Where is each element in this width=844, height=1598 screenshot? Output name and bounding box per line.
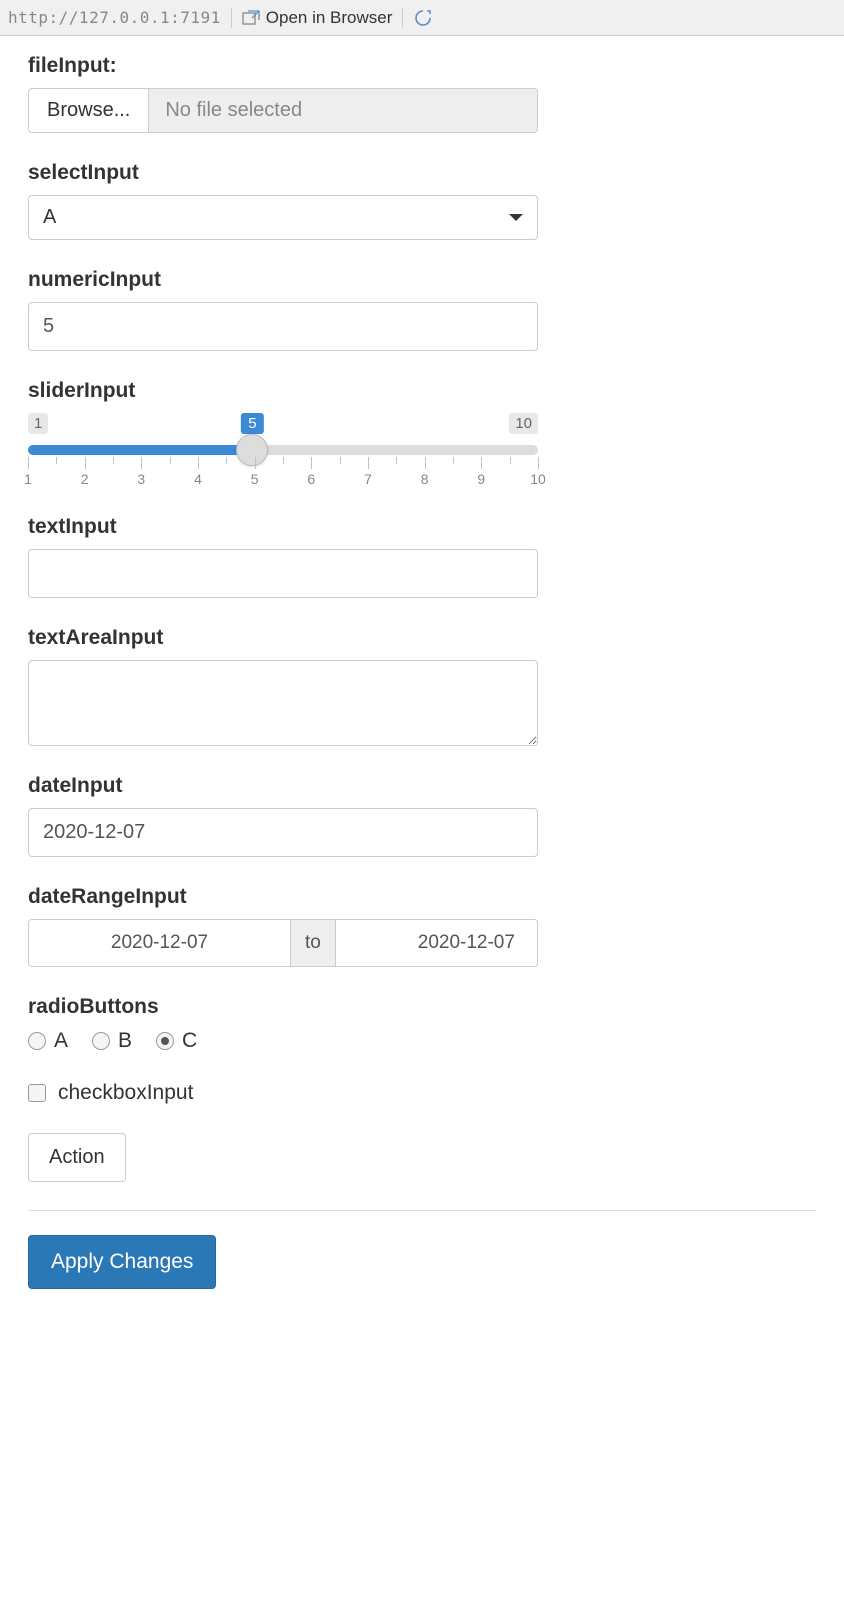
numeric-input-group: numericInput xyxy=(28,268,816,351)
url-display: http://127.0.0.1:7191 xyxy=(8,8,221,27)
slider-tick xyxy=(141,457,142,469)
slider-tick xyxy=(425,457,426,469)
select-input-label: selectInput xyxy=(28,161,816,185)
daterange-to[interactable] xyxy=(336,920,538,966)
radio-option-label: C xyxy=(182,1029,197,1053)
external-window-icon xyxy=(242,10,260,26)
slider-tick-label: 4 xyxy=(194,471,202,487)
slider-tick xyxy=(85,457,86,469)
radio-circle-icon xyxy=(156,1032,174,1050)
checkbox-input-group: checkboxInput xyxy=(28,1081,816,1105)
slider-tick-minor xyxy=(453,457,454,464)
slider-tick-label: 10 xyxy=(530,471,546,487)
textarea-input-label: textAreaInput xyxy=(28,626,816,650)
date-input-label: dateInput xyxy=(28,774,816,798)
slider-value-badge: 5 xyxy=(241,413,263,434)
toolbar-divider xyxy=(402,8,403,28)
action-button-group: Action xyxy=(28,1133,816,1182)
textarea-input[interactable] xyxy=(28,660,538,746)
slider-input-label: sliderInput xyxy=(28,379,816,403)
daterange-from[interactable] xyxy=(29,920,290,966)
slider-track[interactable] xyxy=(28,445,538,455)
slider-tick-label: 3 xyxy=(137,471,145,487)
checkbox-input[interactable]: checkboxInput xyxy=(28,1081,816,1105)
slider-tick xyxy=(368,457,369,469)
file-input-label: fileInput: xyxy=(28,54,816,78)
checkbox-label: checkboxInput xyxy=(58,1081,193,1105)
daterange-input-group: dateRangeInput to xyxy=(28,885,816,967)
toolbar-divider xyxy=(231,8,232,28)
slider-tick-minor xyxy=(226,457,227,464)
divider xyxy=(28,1210,816,1211)
text-input[interactable] xyxy=(28,549,538,598)
numeric-input-label: numericInput xyxy=(28,268,816,292)
radio-buttons-group: radioButtons A B C xyxy=(28,995,816,1053)
radio-option-label: B xyxy=(118,1029,132,1053)
slider-tick-minor xyxy=(56,457,57,464)
browse-button[interactable]: Browse... xyxy=(28,88,149,133)
chevron-down-icon xyxy=(509,214,523,221)
text-input-group: textInput xyxy=(28,515,816,598)
slider-ticks: 12345678910 xyxy=(28,457,538,487)
file-input-group: fileInput: Browse... No file selected xyxy=(28,54,816,133)
apply-changes-button[interactable]: Apply Changes xyxy=(28,1235,216,1289)
slider-tick xyxy=(311,457,312,469)
radio-option-a[interactable]: A xyxy=(28,1029,68,1053)
checkbox-box-icon xyxy=(28,1084,46,1102)
numeric-input[interactable] xyxy=(28,302,538,351)
radio-circle-icon xyxy=(92,1032,110,1050)
daterange-input-label: dateRangeInput xyxy=(28,885,816,909)
select-input[interactable]: A xyxy=(28,195,538,240)
radio-option-b[interactable]: B xyxy=(92,1029,132,1053)
refresh-button[interactable] xyxy=(413,8,433,28)
daterange-separator: to xyxy=(290,920,336,966)
slider-tick xyxy=(481,457,482,469)
open-in-browser-label: Open in Browser xyxy=(266,8,393,28)
slider-tick-minor xyxy=(170,457,171,464)
slider-tick-label: 2 xyxy=(81,471,89,487)
slider-input-group: sliderInput 1 5 10 12345678910 xyxy=(28,379,816,487)
radio-option-label: A xyxy=(54,1029,68,1053)
refresh-icon xyxy=(413,8,433,28)
slider-tick xyxy=(28,457,29,469)
slider-fill xyxy=(28,445,252,455)
date-input[interactable] xyxy=(28,808,538,857)
textarea-input-group: textAreaInput xyxy=(28,626,816,746)
slider-tick-label: 6 xyxy=(307,471,315,487)
slider-tick-minor xyxy=(510,457,511,464)
radio-circle-icon xyxy=(28,1032,46,1050)
slider-tick-label: 9 xyxy=(477,471,485,487)
file-status: No file selected xyxy=(149,88,538,133)
radio-buttons-label: radioButtons xyxy=(28,995,816,1019)
slider-tick-label: 5 xyxy=(251,471,259,487)
slider-tick-minor xyxy=(396,457,397,464)
slider-tick-minor xyxy=(113,457,114,464)
date-input-group: dateInput xyxy=(28,774,816,857)
slider-max: 10 xyxy=(509,413,538,434)
slider-tick xyxy=(198,457,199,469)
select-value: A xyxy=(43,206,56,229)
text-input-label: textInput xyxy=(28,515,816,539)
slider-tick-label: 7 xyxy=(364,471,372,487)
select-input-group: selectInput A xyxy=(28,161,816,240)
slider-tick xyxy=(538,457,539,469)
slider-tick-label: 8 xyxy=(421,471,429,487)
slider-min: 1 xyxy=(28,413,48,434)
open-in-browser-button[interactable]: Open in Browser xyxy=(242,8,393,28)
action-button[interactable]: Action xyxy=(28,1133,126,1182)
slider-tick xyxy=(255,457,256,469)
slider-tick-label: 1 xyxy=(24,471,32,487)
radio-option-c[interactable]: C xyxy=(156,1029,197,1053)
slider-tick-minor xyxy=(340,457,341,464)
ide-toolbar: http://127.0.0.1:7191 Open in Browser xyxy=(0,0,844,36)
slider-tick-minor xyxy=(283,457,284,464)
